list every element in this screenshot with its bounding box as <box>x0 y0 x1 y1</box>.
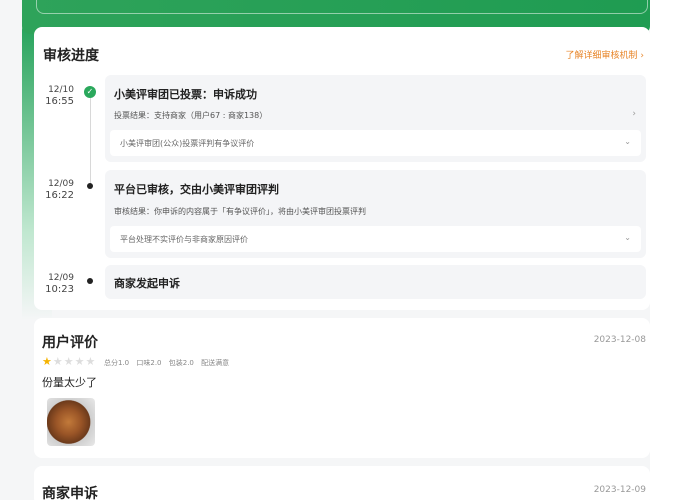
timeline-entry-1: 小美评审团已投票：申诉成功 投票结果：支持商家（用户67 : 商家138） › … <box>105 75 646 162</box>
timeline-time-2: 12/09 16:22 <box>34 178 74 202</box>
merchant-appeal-card: 商家申诉 2023-12-09 <box>34 466 650 500</box>
timeline-date: 12/09 <box>48 273 74 283</box>
entry-title: 商家发起申诉 <box>114 277 180 290</box>
entry-title: 小美评审团已投票：申诉成功 <box>114 88 257 101</box>
chevron-down-icon: ⌄ <box>624 233 631 242</box>
page-background: 审核进度 了解详细审核机制 › 12/10 16:55 ✓ 小美评审团已投票：申… <box>0 0 650 500</box>
timeline-date: 12/10 <box>48 85 74 95</box>
timeline-clock: 10:23 <box>45 284 74 295</box>
review-date: 2023-12-08 <box>593 335 646 345</box>
chevron-down-icon: ⌄ <box>624 137 631 146</box>
user-review-card: 用户评价 2023-12-08 ★★★★★ 总分1.0 口味2.0 包装2.0 … <box>34 318 650 458</box>
review-content: 份量太少了 <box>42 376 97 389</box>
entry-detail-dropdown[interactable]: 平台处理不实评价与非商家原因评价 ⌄ <box>110 226 641 252</box>
star-icon: ★ <box>52 355 64 368</box>
chevron-right-icon: › <box>640 51 644 61</box>
chevron-right-icon[interactable]: › <box>632 109 636 119</box>
appeal-title: 商家申诉 <box>42 486 98 500</box>
timeline-dot <box>87 183 93 189</box>
star-rating: ★★★★★ <box>42 355 96 368</box>
vote-result-text: 投票结果：支持商家（用户67 : 商家138） <box>114 111 268 120</box>
progress-title: 审核进度 <box>43 48 99 64</box>
check-icon: ✓ <box>84 86 96 98</box>
timeline-clock: 16:22 <box>45 190 74 201</box>
review-title: 用户评价 <box>42 335 98 351</box>
green-header-outline <box>36 0 648 14</box>
entry-detail-label: 小美评审团(公众)投票评判有争议评价 <box>120 139 255 148</box>
score-taste: 口味2.0 <box>136 359 162 367</box>
score-packaging: 包装2.0 <box>168 359 194 367</box>
timeline-dot <box>87 278 93 284</box>
review-progress-card: 审核进度 了解详细审核机制 › 12/10 16:55 ✓ 小美评审团已投票：申… <box>34 27 650 310</box>
review-photo[interactable] <box>47 398 95 446</box>
star-icon: ★ <box>42 355 53 368</box>
timeline-clock: 16:55 <box>45 96 74 107</box>
timeline-line <box>90 98 91 186</box>
entry-detail-label: 平台处理不实评价与非商家原因评价 <box>120 235 248 244</box>
score-total: 总分1.0 <box>104 359 130 367</box>
entry-title: 平台已审核，交由小美评审团评判 <box>114 183 279 196</box>
review-mechanism-link[interactable]: 了解详细审核机制 › <box>566 48 645 61</box>
score-delivery: 配送满意 <box>201 359 230 367</box>
timeline-time-3: 12/09 10:23 <box>34 272 74 296</box>
score-breakdown: 总分1.0 口味2.0 包装2.0 配送满意 <box>104 358 234 368</box>
review-mechanism-link-label: 了解详细审核机制 <box>565 51 638 61</box>
entry-detail-dropdown[interactable]: 小美评审团(公众)投票评判有争议评价 ⌄ <box>110 130 641 156</box>
timeline-time-1: 12/10 16:55 <box>34 84 74 108</box>
audit-result-text: 审核结果：你申诉的内容属于「有争议评价」，将由小美评审团投票评判 <box>114 207 366 216</box>
star-icon: ★ <box>74 355 86 368</box>
star-icon: ★ <box>85 355 97 368</box>
appeal-date: 2023-12-09 <box>593 485 646 495</box>
timeline-entry-2: 平台已审核，交由小美评审团评判 审核结果：你申诉的内容属于「有争议评价」，将由小… <box>105 170 646 258</box>
timeline-date: 12/09 <box>48 179 74 189</box>
timeline-entry-3: 商家发起申诉 <box>105 265 646 299</box>
star-icon: ★ <box>63 355 75 368</box>
